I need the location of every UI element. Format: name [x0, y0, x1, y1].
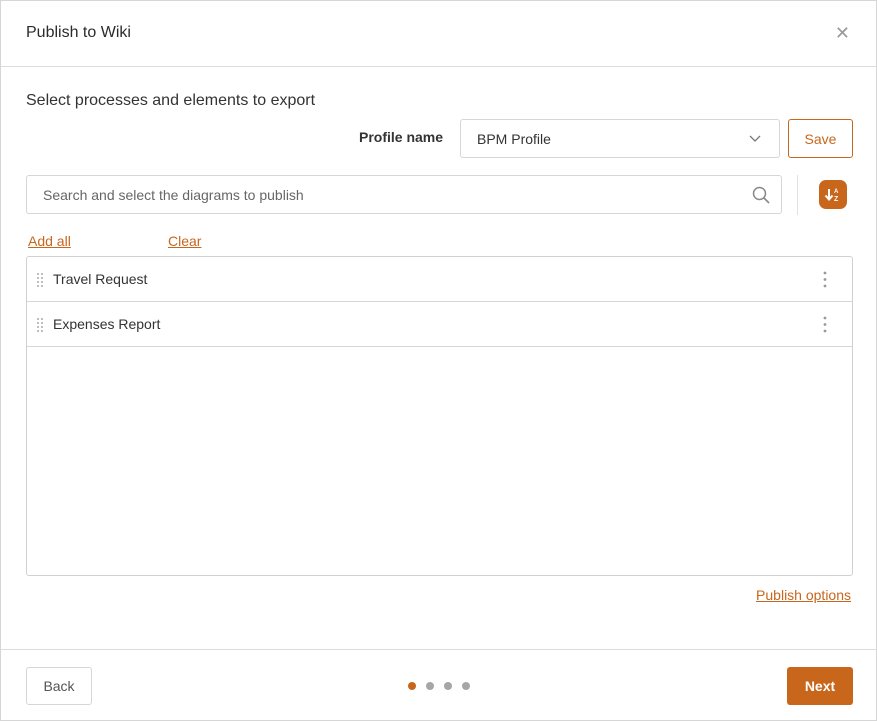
svg-text:Z: Z: [834, 196, 839, 203]
more-vertical-icon[interactable]: [822, 270, 828, 289]
save-profile-button[interactable]: Save: [788, 119, 853, 158]
publish-dialog: Publish to Wiki ✕ Select processes and e…: [0, 0, 877, 721]
step-dot-1: [408, 682, 416, 690]
profile-select[interactable]: BPM Profile: [460, 119, 780, 158]
drag-handle-icon[interactable]: [36, 317, 44, 332]
step-indicator: [408, 682, 470, 690]
divider: [797, 175, 798, 215]
back-button[interactable]: Back: [26, 667, 92, 705]
dialog-title: Publish to Wiki: [26, 24, 131, 41]
list-item-label: Travel Request: [53, 271, 148, 287]
list-item[interactable]: Travel Request: [27, 257, 852, 302]
step-dot-2: [426, 682, 434, 690]
list-item[interactable]: Expenses Report: [27, 302, 852, 347]
svg-text:A: A: [834, 189, 839, 195]
dialog-header: Publish to Wiki ✕: [1, 1, 876, 67]
drag-handle-icon[interactable]: [36, 272, 44, 287]
publish-options-link[interactable]: Publish options: [756, 587, 851, 603]
sort-button[interactable]: A Z: [819, 180, 847, 209]
selected-diagrams-list: Travel Request Expenses Report: [26, 256, 853, 576]
profile-selected-value: BPM Profile: [477, 131, 551, 147]
more-vertical-icon[interactable]: [822, 315, 828, 334]
add-all-link[interactable]: Add all: [28, 233, 71, 249]
list-item-label: Expenses Report: [53, 316, 161, 332]
close-icon[interactable]: ✕: [835, 23, 850, 43]
dialog-footer: Back Next: [1, 649, 876, 721]
clear-link[interactable]: Clear: [168, 233, 201, 249]
diagram-search: [26, 175, 782, 214]
next-button[interactable]: Next: [787, 667, 853, 705]
search-input[interactable]: [27, 176, 781, 213]
search-icon[interactable]: [752, 186, 770, 204]
sort-alphabetical-icon: A Z: [824, 189, 839, 203]
section-subtitle: Select processes and elements to export: [26, 92, 316, 109]
step-dot-3: [444, 682, 452, 690]
chevron-down-icon: [749, 135, 761, 142]
profile-name-label: Profile name: [359, 129, 444, 145]
step-dot-4: [462, 682, 470, 690]
